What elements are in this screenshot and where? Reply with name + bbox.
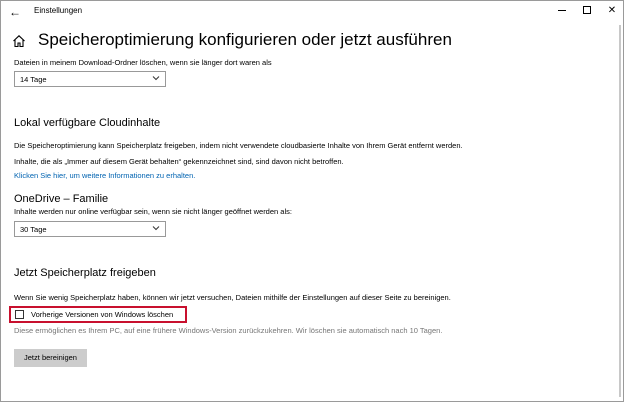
clean-now-button[interactable]: Jetzt bereinigen: [14, 349, 87, 367]
settings-window: ← Einstellungen ✕ Speicheroptimierung ko…: [0, 0, 624, 402]
downloads-dropdown[interactable]: 14 Tage: [14, 71, 166, 87]
cloud-heading: Lokal verfügbare Cloudinhalte: [14, 117, 161, 129]
cloud-description-2: Inhalte, die als „Immer auf diesem Gerät…: [14, 157, 344, 166]
scrollbar[interactable]: [619, 25, 621, 397]
downloads-label: Dateien in meinem Download-Ordner lösche…: [14, 58, 272, 67]
onedrive-label: Inhalte werden nur online verfügbar sein…: [14, 207, 292, 216]
cloud-description-1: Die Speicheroptimierung kann Speicherpla…: [14, 141, 463, 150]
previous-windows-checkbox[interactable]: [15, 310, 24, 319]
more-info-link[interactable]: Klicken Sie hier, um weitere Information…: [14, 171, 195, 180]
minimize-icon: [558, 9, 566, 11]
previous-windows-note: Diese ermöglichen es Ihrem PC, auf eine …: [14, 326, 443, 335]
chevron-down-icon: [152, 226, 160, 231]
page-title: Speicheroptimierung konfigurieren oder j…: [38, 30, 452, 49]
back-arrow-icon[interactable]: ←: [7, 4, 23, 20]
downloads-selected-value: 14 Tage: [20, 75, 47, 84]
maximize-icon: [583, 6, 591, 15]
close-icon: ✕: [607, 5, 617, 16]
onedrive-heading: OneDrive – Familie: [14, 193, 109, 205]
onedrive-dropdown[interactable]: 30 Tage: [14, 221, 166, 237]
close-button[interactable]: ✕: [597, 1, 624, 21]
previous-windows-label[interactable]: Vorherige Versionen von Windows löschen: [31, 310, 173, 319]
home-icon[interactable]: [12, 34, 26, 48]
free-space-description: Wenn Sie wenig Speicherplatz haben, könn…: [14, 293, 451, 302]
chevron-down-icon: [152, 76, 160, 81]
title-bar: ← Einstellungen ✕: [1, 1, 623, 23]
window-title: Einstellungen: [34, 6, 83, 15]
free-space-heading: Jetzt Speicherplatz freigeben: [14, 267, 156, 279]
onedrive-selected-value: 30 Tage: [20, 225, 47, 234]
